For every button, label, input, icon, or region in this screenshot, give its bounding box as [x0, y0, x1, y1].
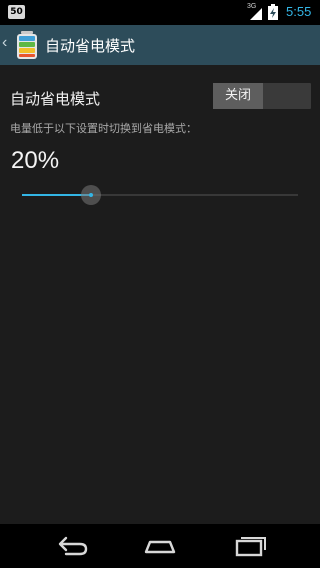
threshold-description: 电量低于以下设置时切换到省电模式： [10, 122, 197, 135]
threshold-slider[interactable] [22, 183, 298, 207]
action-bar: ‹ 自动省电模式 [0, 25, 320, 65]
signal-icon [250, 8, 262, 20]
navigation-bar [0, 524, 320, 568]
page-title: 自动省电模式 [45, 37, 136, 55]
notification-count-badge: 50 [8, 5, 25, 19]
recent-apps-icon[interactable] [228, 532, 268, 560]
power-saving-toggle[interactable]: 关闭 [213, 83, 311, 109]
slider-thumb-dot [89, 193, 93, 197]
battery-app-icon[interactable] [12, 30, 42, 60]
back-icon[interactable] [52, 532, 92, 560]
up-navigation-chevron-icon[interactable]: ‹ [2, 34, 7, 52]
battery-charging-icon [268, 4, 278, 20]
status-bar: 50 3G 5:55 [0, 0, 320, 25]
threshold-percent-text: 20% [11, 147, 60, 174]
toggle-off-label: 关闭 [213, 83, 263, 109]
slider-thumb[interactable] [81, 185, 101, 205]
home-icon[interactable] [140, 532, 180, 560]
clock: 5:55 [286, 4, 312, 19]
setting-title: 自动省电模式 [10, 90, 101, 108]
